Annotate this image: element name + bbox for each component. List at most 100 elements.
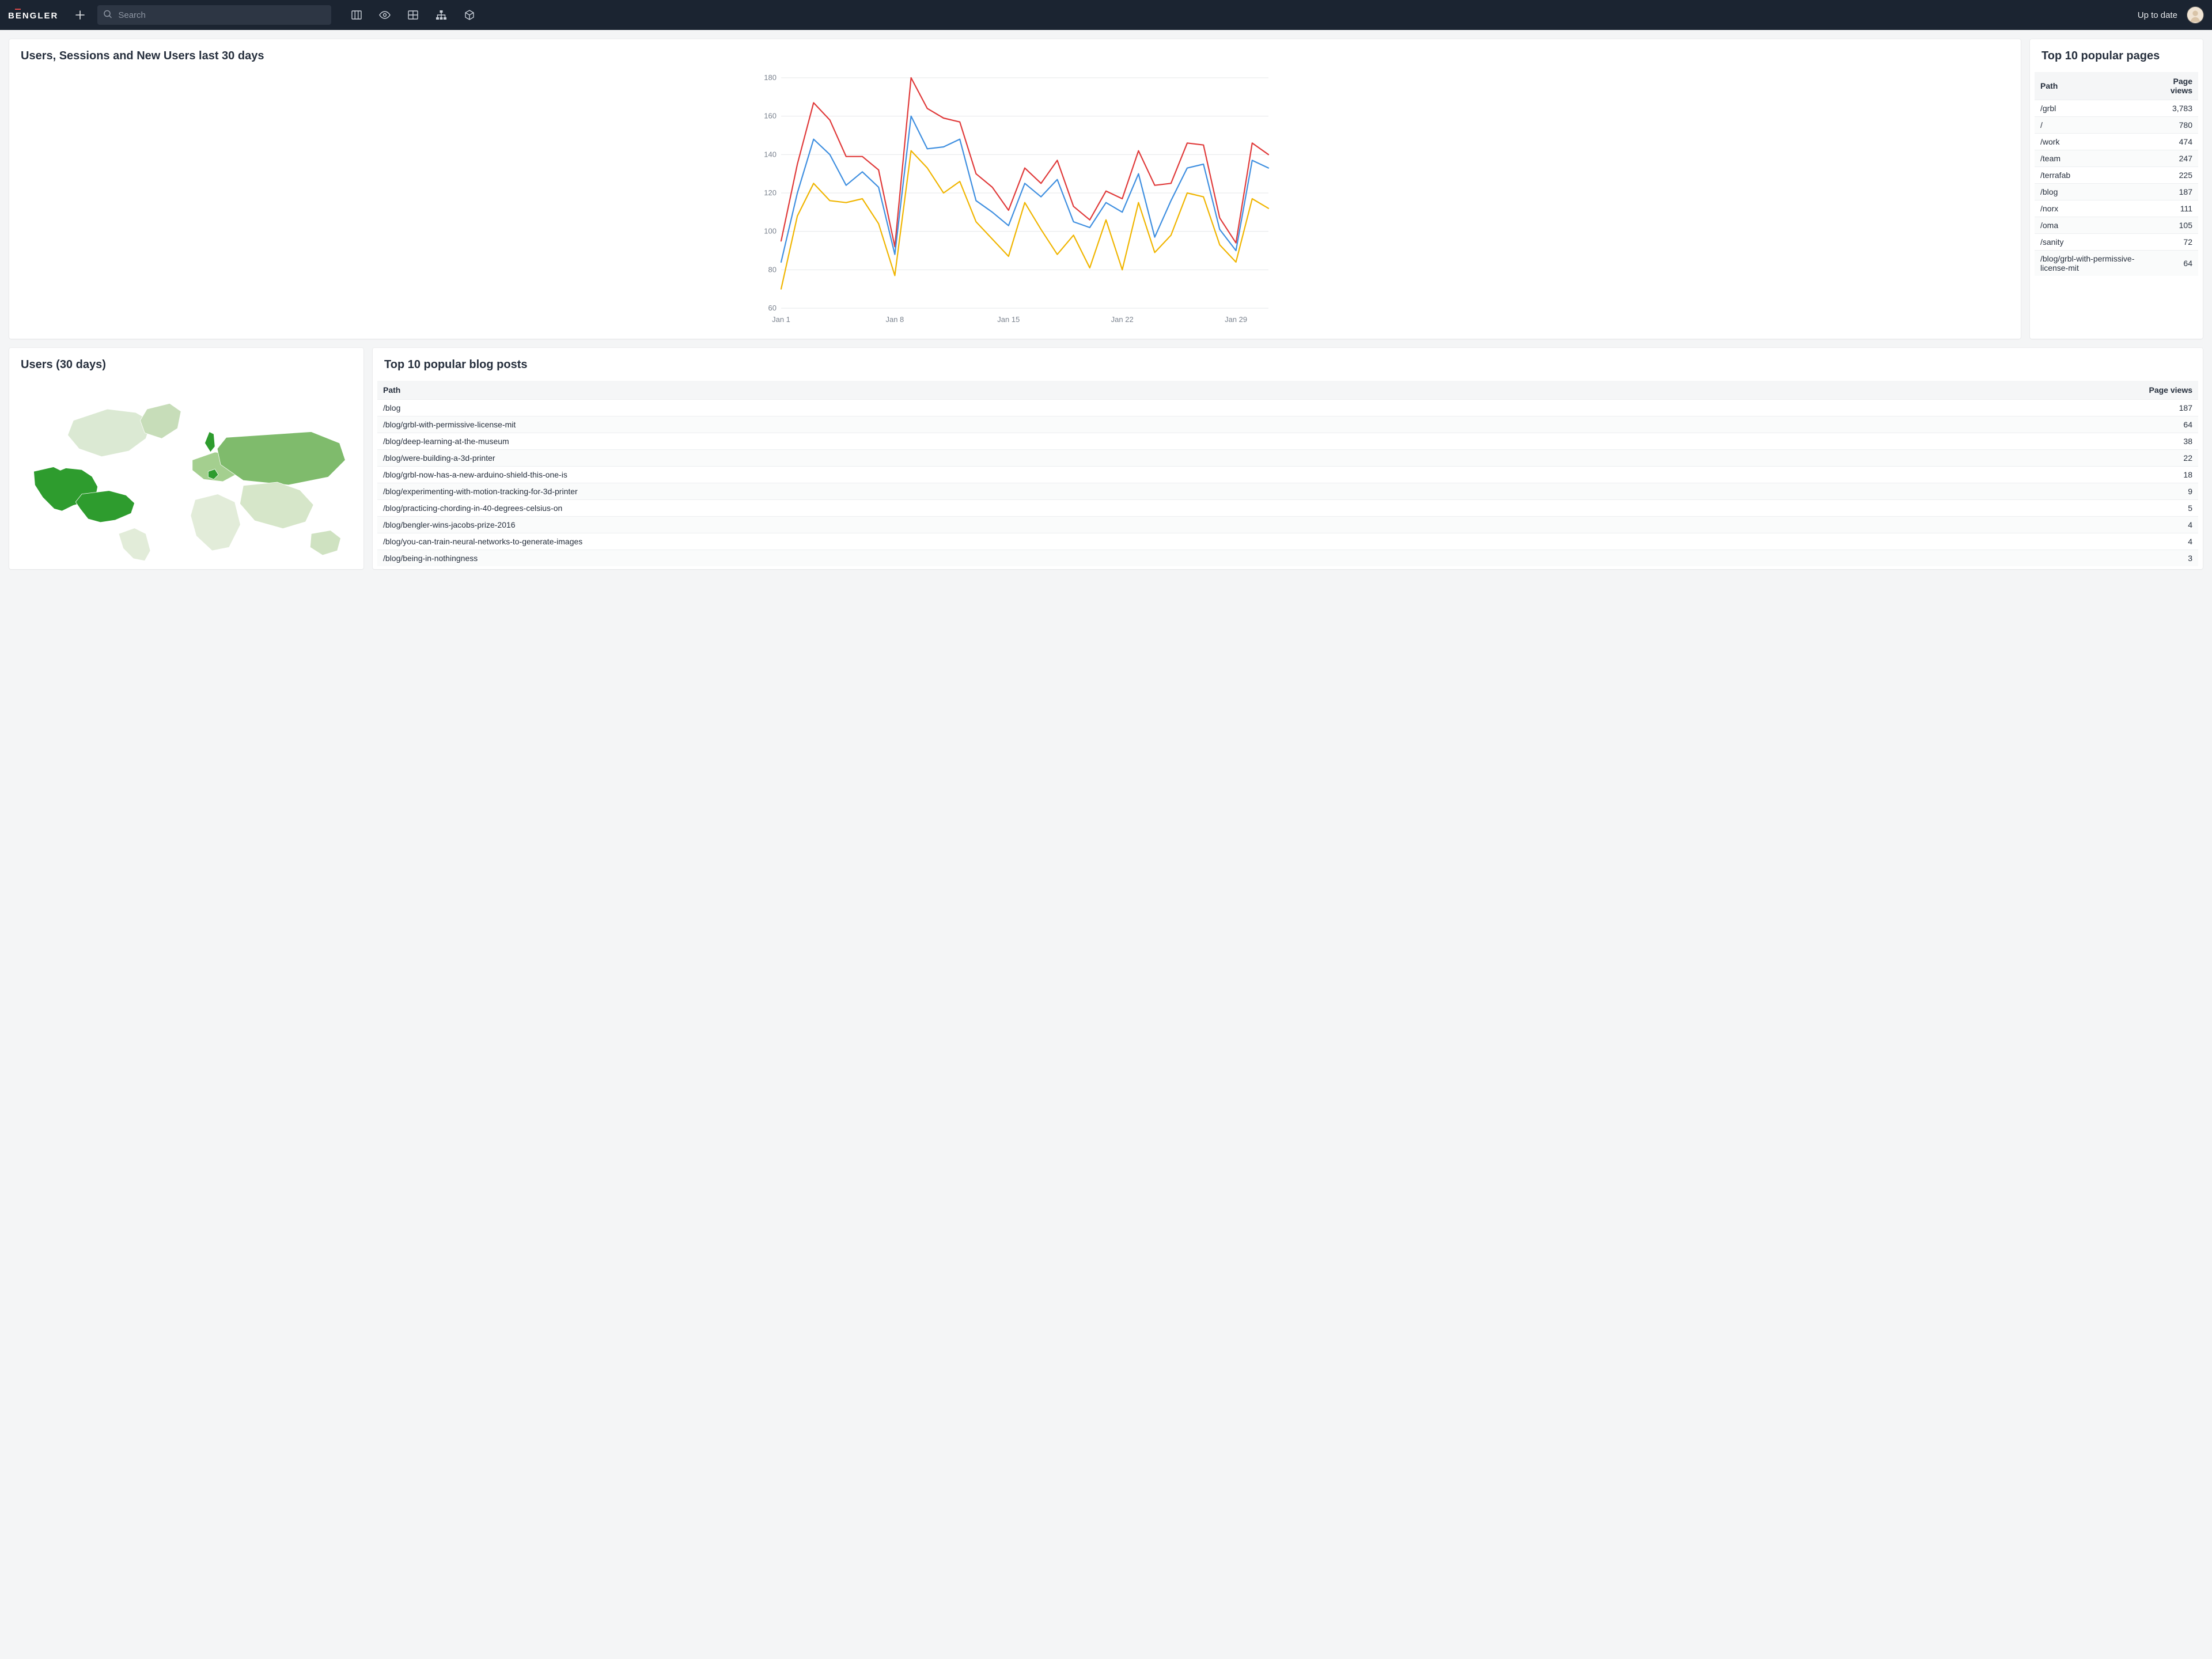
cell-views: 18 [1821,467,2198,483]
grid-icon[interactable] [407,9,419,21]
svg-text:100: 100 [764,227,777,236]
table-row[interactable]: /grbl3,783 [2035,100,2198,117]
table-row[interactable]: /blog/experimenting-with-motion-tracking… [377,483,2198,500]
cell-path: /blog/grbl-with-permissive-license-mit [2035,251,2150,276]
table-row[interactable]: /blog187 [377,400,2198,416]
user-avatar[interactable] [2187,6,2204,24]
eye-icon[interactable] [378,9,391,21]
sync-status: Up to date [2138,10,2177,20]
cell-path: /sanity [2035,234,2150,251]
top-pages-card: Top 10 popular pages Path Page views /gr… [2030,39,2203,339]
cell-views: 3,783 [2150,100,2198,117]
cell-views: 3 [1821,550,2198,567]
svg-text:140: 140 [764,150,777,158]
cell-path: /norx [2035,200,2150,217]
table-row[interactable]: /blog/practicing-chording-in-40-degrees-… [377,500,2198,517]
sitemap-icon[interactable] [435,9,448,21]
cell-path: /grbl [2035,100,2150,117]
cell-views: 22 [1821,450,2198,467]
cell-path: /blog/grbl-now-has-a-new-arduino-shield-… [377,467,1821,483]
cell-views: 111 [2150,200,2198,217]
cell-path: /blog [2035,184,2150,200]
new-button[interactable] [73,8,87,22]
cell-views: 64 [1821,416,2198,433]
table-row[interactable]: /blog/grbl-now-has-a-new-arduino-shield-… [377,467,2198,483]
col-path: Path [2035,72,2150,100]
logo[interactable]: BENGLER [8,10,58,21]
sessions-chart-card: Users, Sessions and New Users last 30 da… [9,39,2021,339]
cell-views: 4 [1821,517,2198,533]
table-row[interactable]: /team247 [2035,150,2198,167]
cell-path: / [2035,117,2150,134]
cell-path: /work [2035,134,2150,150]
table-row[interactable]: /blog/bengler-wins-jacobs-prize-20164 [377,517,2198,533]
package-icon[interactable] [464,9,475,21]
table-row[interactable]: /work474 [2035,134,2198,150]
search-input[interactable] [97,5,331,25]
app-header: BENGLER Up to date [0,0,2212,30]
table-row[interactable]: /oma105 [2035,217,2198,234]
svg-text:Jan 29: Jan 29 [1225,315,1247,324]
cell-views: 5 [1821,500,2198,517]
cell-path: /blog/you-can-train-neural-networks-to-g… [377,533,1821,550]
header-view-icons [351,9,475,21]
cell-path: /blog/bengler-wins-jacobs-prize-2016 [377,517,1821,533]
world-map [17,381,357,562]
cell-views: 72 [2150,234,2198,251]
table-row[interactable]: /blog/grbl-with-permissive-license-mit64 [2035,251,2198,276]
cell-views: 38 [1821,433,2198,450]
cell-views: 247 [2150,150,2198,167]
table-row[interactable]: /blog/were-building-a-3d-printer22 [377,450,2198,467]
table-row[interactable]: /blog/being-in-nothingness3 [377,550,2198,567]
cell-path: /blog [377,400,1821,416]
table-row[interactable]: /780 [2035,117,2198,134]
cell-path: /blog/deep-learning-at-the-museum [377,433,1821,450]
table-row[interactable]: /blog/grbl-with-permissive-license-mit64 [377,416,2198,433]
top-pages-title: Top 10 popular pages [2030,39,2203,67]
col-views: Page views [2150,72,2198,100]
cell-path: /blog/grbl-with-permissive-license-mit [377,416,1821,433]
cell-path: /terrafab [2035,167,2150,184]
cell-path: /oma [2035,217,2150,234]
search-icon [103,10,112,21]
cell-path: /blog/were-building-a-3d-printer [377,450,1821,467]
cell-path: /blog/experimenting-with-motion-tracking… [377,483,1821,500]
col-path: Path [377,381,1821,400]
cell-views: 225 [2150,167,2198,184]
sessions-line-chart: 6080100120140160180Jan 1Jan 8Jan 15Jan 2… [21,72,2009,325]
table-row[interactable]: /norx111 [2035,200,2198,217]
svg-text:160: 160 [764,112,777,120]
top-pages-table: Path Page views /grbl3,783/780/work474/t… [2035,72,2198,276]
cell-views: 9 [1821,483,2198,500]
table-row[interactable]: /blog/you-can-train-neural-networks-to-g… [377,533,2198,550]
users-map-title: Users (30 days) [9,348,363,376]
svg-text:Jan 15: Jan 15 [997,315,1020,324]
search-wrap [97,5,331,25]
cell-path: /blog/being-in-nothingness [377,550,1821,567]
table-row[interactable]: /blog187 [2035,184,2198,200]
plus-icon [75,10,85,20]
cell-views: 187 [2150,184,2198,200]
table-row[interactable]: /terrafab225 [2035,167,2198,184]
cell-path: /blog/practicing-chording-in-40-degrees-… [377,500,1821,517]
chart-title: Users, Sessions and New Users last 30 da… [9,39,2021,67]
cell-views: 4 [1821,533,2198,550]
top-blogs-title: Top 10 popular blog posts [373,348,2203,376]
top-blogs-card: Top 10 popular blog posts Path Page view… [373,348,2203,569]
svg-text:60: 60 [768,304,777,312]
svg-text:180: 180 [764,73,777,82]
cell-views: 187 [1821,400,2198,416]
cell-views: 780 [2150,117,2198,134]
cell-path: /team [2035,150,2150,167]
table-row[interactable]: /sanity72 [2035,234,2198,251]
users-map-card: Users (30 days) [9,348,363,569]
col-views: Page views [1821,381,2198,400]
svg-text:Jan 22: Jan 22 [1111,315,1134,324]
svg-text:Jan 1: Jan 1 [772,315,790,324]
top-blogs-table: Path Page views /blog187/blog/grbl-with-… [377,381,2198,566]
svg-text:80: 80 [768,265,777,274]
columns-icon[interactable] [351,9,362,21]
cell-views: 474 [2150,134,2198,150]
svg-text:120: 120 [764,188,777,197]
table-row[interactable]: /blog/deep-learning-at-the-museum38 [377,433,2198,450]
